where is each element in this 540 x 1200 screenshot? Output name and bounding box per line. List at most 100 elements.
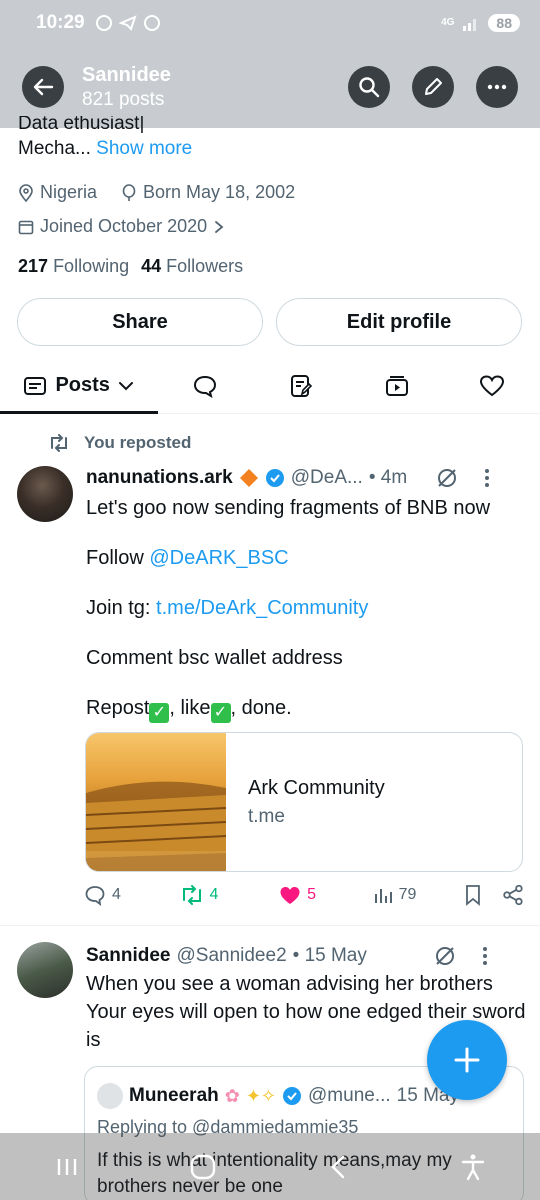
reply-action[interactable]: 4 (84, 884, 180, 906)
post-line: Let's goo now sending fragments of BNB n… (86, 497, 491, 519)
repost-count: 4 (209, 886, 219, 903)
profile-bio: Data ethusiast| Mecha... Show more (18, 116, 192, 161)
tab-likes[interactable] (444, 358, 540, 414)
like-count: 5 (307, 886, 316, 903)
post-body: Let's goo now sending fragments of BNB n… (86, 494, 490, 745)
share-icon[interactable] (502, 884, 524, 906)
views-action[interactable]: 79 (373, 885, 463, 905)
author-name[interactable]: nanunations.ark (86, 467, 233, 489)
telegram-link[interactable]: t.me/DeArk_Community (156, 597, 368, 619)
tab-posts[interactable]: Posts (0, 358, 158, 414)
header-name: Sannidee (82, 63, 171, 86)
repost-action[interactable]: 4 (180, 885, 280, 905)
author-name[interactable]: Sannidee (86, 945, 170, 967)
tab-replies[interactable] (157, 358, 253, 414)
system-nav-bar (0, 1133, 540, 1200)
card-domain: t.me (248, 805, 285, 827)
bookmark-icon[interactable] (464, 884, 482, 906)
avatar[interactable] (17, 942, 73, 998)
heart-icon (480, 374, 505, 396)
location-pin-icon (19, 183, 33, 202)
edit-profile-button[interactable]: Edit profile (276, 298, 522, 346)
followers-count: 44 (141, 256, 162, 276)
link-card[interactable]: Ark Community t.me (85, 732, 523, 872)
post-header: nanunations.ark @DeA... • 4m (86, 466, 491, 490)
signal-icon (463, 19, 477, 31)
whatsapp-icon (95, 15, 112, 31)
profile-meta: Nigeria Born May 18, 2002 (18, 182, 295, 203)
check-emoji-icon: ✓ (210, 703, 231, 723)
post-header: Sannidee @Sannidee2 • 15 May (86, 944, 489, 968)
status-bar: 10:29 4G 88 (0, 0, 540, 46)
flower-emoji-icon: ✿ (224, 1085, 240, 1106)
posts-icon (24, 376, 47, 395)
compose-fab[interactable] (427, 1020, 507, 1100)
balloon-icon (122, 183, 136, 201)
check-emoji-icon: ✓ (149, 703, 170, 723)
mention-link[interactable]: @DeARK_BSC (149, 547, 288, 569)
following-count: 217 (18, 256, 49, 276)
orange-diamond-icon (239, 469, 258, 487)
recent-apps-icon[interactable] (53, 1155, 81, 1179)
followers-label: Followers (166, 256, 244, 276)
post-line: Join tg: t.me/DeArk_Community (86, 594, 490, 622)
grok-icon[interactable] (433, 944, 457, 968)
join-prefix: Join tg: (86, 597, 157, 619)
back-nav-icon[interactable] (325, 1153, 353, 1181)
like-word: , like (169, 697, 211, 719)
network-indicator: 4G (441, 17, 455, 28)
reply-count: 4 (112, 886, 121, 903)
reply-icon (85, 886, 105, 906)
avatar (97, 1083, 123, 1109)
home-icon[interactable] (187, 1151, 219, 1183)
joined-row[interactable]: Joined October 2020 (18, 216, 225, 237)
avatar[interactable] (17, 466, 73, 522)
more-vertical-icon[interactable] (483, 468, 491, 488)
chevron-right-icon (215, 220, 224, 233)
repost-icon (182, 885, 201, 905)
status-time: 10:29 (36, 12, 85, 33)
media-play-icon (385, 375, 408, 396)
article-edit-icon (290, 374, 313, 397)
calendar-icon (18, 220, 34, 234)
back-button[interactable] (22, 66, 64, 108)
more-vertical-icon[interactable] (481, 946, 489, 966)
ark-illustration (86, 781, 227, 871)
plus-icon (454, 1047, 480, 1073)
birthdate-text: Born May 18, 2002 (143, 182, 296, 202)
show-more-link[interactable]: Show more (96, 138, 192, 159)
post-divider (0, 925, 540, 926)
reply-bubble-icon (194, 375, 217, 398)
post-time: • 4m (368, 467, 408, 488)
post-line: Comment bsc wallet address (86, 647, 343, 669)
sparkles-emoji-icon: ✦✧ (245, 1085, 277, 1106)
notification-icons (95, 14, 161, 32)
following-stat[interactable]: 217 Following (18, 256, 129, 277)
views-count: 79 (398, 886, 417, 903)
search-button[interactable] (348, 66, 390, 108)
heart-filled-icon (280, 887, 300, 904)
like-action[interactable]: 5 (279, 885, 373, 905)
repost-word: Repost (86, 697, 150, 719)
tab-media[interactable] (349, 358, 445, 414)
followers-stat[interactable]: 44 Followers (141, 256, 243, 277)
compose-button[interactable] (412, 66, 454, 108)
more-horizontal-icon (487, 84, 507, 90)
tab-highlights[interactable] (253, 358, 349, 414)
more-button[interactable] (476, 66, 518, 108)
author-handle: @DeA... (290, 467, 363, 488)
author-handle: @Sannidee2 (176, 945, 287, 966)
follow-prefix: Follow (86, 547, 150, 569)
post-time: • 15 May (292, 945, 367, 966)
grok-icon[interactable] (435, 466, 459, 490)
share-button[interactable]: Share (17, 298, 263, 346)
post-line: Repost ✓, like ✓, done. (86, 694, 490, 723)
repost-label: You reposted (84, 433, 192, 452)
accessibility-icon[interactable] (459, 1153, 487, 1181)
battery-level: 88 (488, 14, 520, 32)
quote-handle: @mune... (308, 1085, 391, 1106)
active-tab-indicator (0, 411, 158, 414)
following-label: Following (53, 256, 130, 276)
arrow-left-icon (33, 78, 54, 96)
post-actions: 4 4 5 79 (84, 884, 524, 906)
